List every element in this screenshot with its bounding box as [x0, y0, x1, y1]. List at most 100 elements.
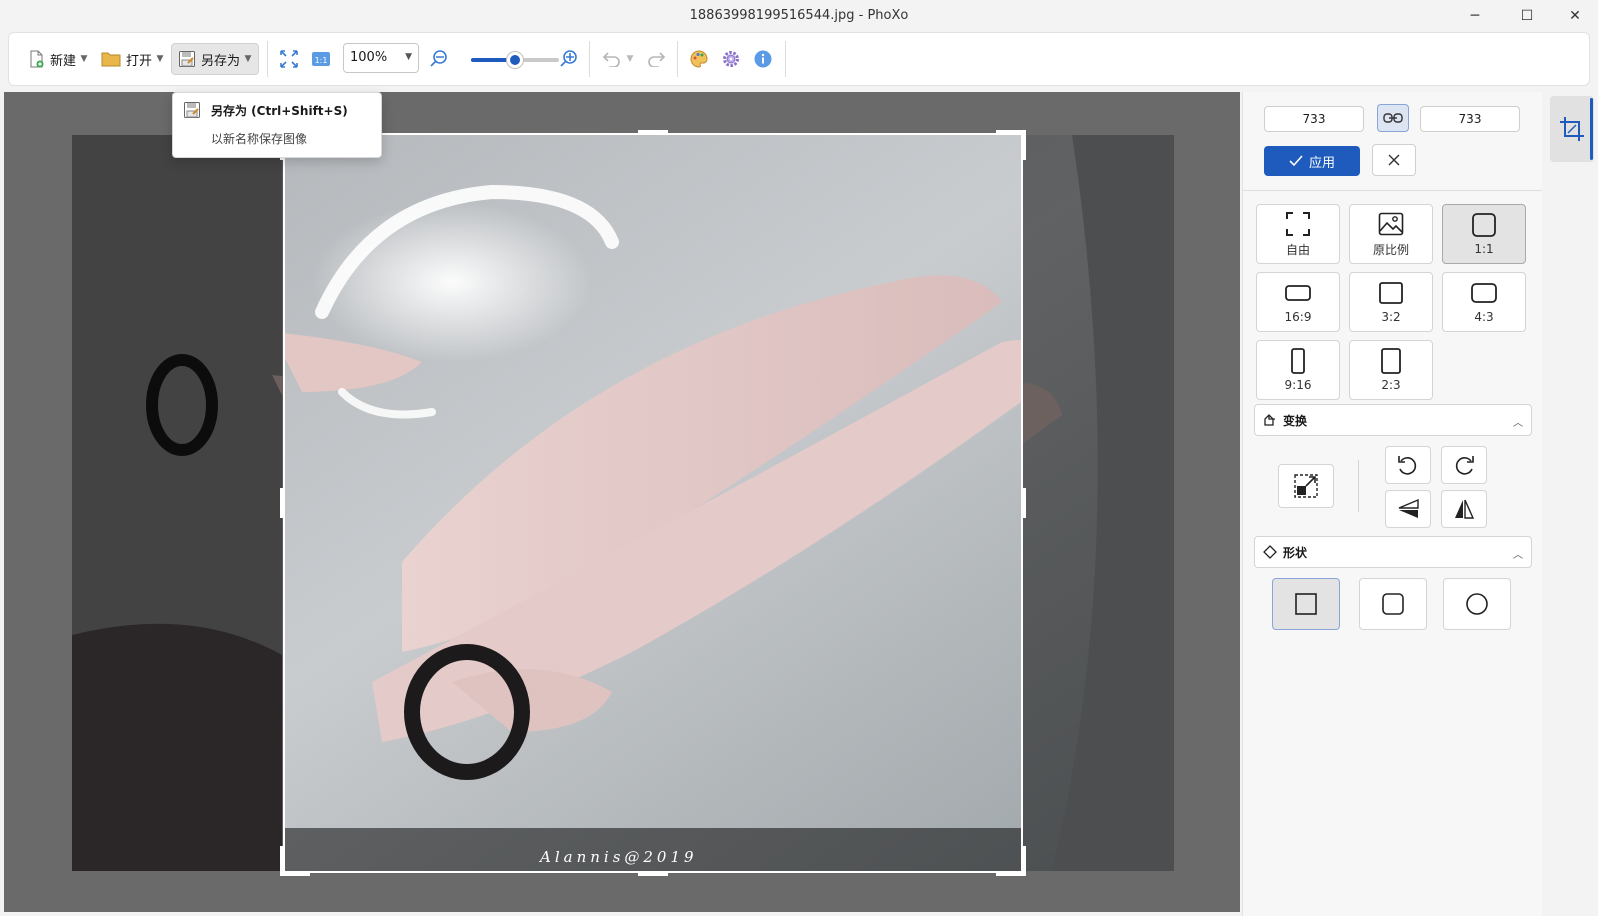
- crop-handle-left[interactable]: [280, 488, 284, 518]
- crop-width-value: 733: [1302, 112, 1326, 126]
- shape-rectangle[interactable]: [1272, 578, 1340, 630]
- flip-vertical-icon: [1398, 498, 1419, 518]
- landscape-ratio-icon: [1379, 282, 1403, 304]
- close-icon: [1388, 154, 1400, 166]
- toolbar-divider: [589, 41, 590, 77]
- about-button[interactable]: [749, 45, 777, 73]
- link-icon: [1383, 113, 1403, 123]
- apply-label: 应用: [1308, 155, 1335, 171]
- crop-selection[interactable]: [283, 133, 1023, 873]
- crop-handle-bottom-left[interactable]: [280, 872, 310, 876]
- save-as-icon: [179, 51, 195, 67]
- fit-screen-icon: [280, 50, 298, 68]
- chevron-down-icon: ▼: [405, 52, 412, 62]
- crop-handle-bottom-right-v[interactable]: [1022, 846, 1026, 876]
- ratio-label: 3:2: [1381, 310, 1401, 324]
- ratio-1-1[interactable]: 1:1: [1442, 204, 1526, 264]
- ratio-label: 9:16: [1284, 378, 1312, 392]
- ratio-9-16[interactable]: 9:16: [1256, 340, 1340, 400]
- zoom-in-button[interactable]: [555, 45, 583, 73]
- zoom-out-icon: [430, 50, 447, 67]
- toolbar-divider: [677, 41, 678, 77]
- actual-size-button[interactable]: 1:1: [307, 45, 335, 73]
- circle-shape-icon: [1466, 593, 1488, 615]
- ratio-16-9[interactable]: 16:9: [1256, 272, 1340, 332]
- settings-button[interactable]: [717, 45, 745, 73]
- fit-window-button[interactable]: [275, 45, 303, 73]
- flip-vertical-button[interactable]: [1385, 490, 1431, 528]
- maximize-icon: ☐: [1520, 8, 1534, 24]
- shape-rounded-rectangle[interactable]: [1359, 578, 1427, 630]
- crop-height-input[interactable]: 733: [1420, 106, 1520, 132]
- rounded-square-icon: [1382, 593, 1404, 615]
- shape-title: 形状: [1283, 545, 1308, 560]
- maximize-button[interactable]: ☐: [1504, 0, 1550, 32]
- redo-button[interactable]: [643, 45, 671, 73]
- undo-button[interactable]: [597, 45, 625, 73]
- shape-circle[interactable]: [1443, 578, 1511, 630]
- ratio-3-2[interactable]: 3:2: [1349, 272, 1433, 332]
- ratio-4-3[interactable]: 4:3: [1442, 272, 1526, 332]
- landscape-ratio-icon: [1285, 285, 1311, 301]
- chevron-up-icon: ︿: [1513, 418, 1523, 429]
- panel-divider: [1243, 190, 1542, 191]
- square-shape-icon: [1295, 593, 1317, 615]
- transform-title: 变换: [1283, 413, 1308, 428]
- info-icon: [754, 50, 772, 68]
- zoom-out-button[interactable]: [425, 45, 453, 73]
- new-button[interactable]: 新建: [21, 43, 82, 75]
- ratio-label: 4:3: [1474, 310, 1494, 324]
- new-label: 新建: [50, 53, 77, 69]
- flip-horizontal-icon: [1455, 499, 1475, 519]
- crop-icon: [1560, 117, 1584, 141]
- main-toolbar: 新建 ▼ 打开 ▼ 另存为 ▼ 1:1 100% ▼ ▼: [8, 32, 1590, 86]
- crop-tool-button[interactable]: [1550, 96, 1594, 162]
- close-icon: ✕: [1569, 8, 1581, 24]
- transform-section-header[interactable]: 变换 ︿: [1254, 404, 1532, 436]
- crop-handle-top[interactable]: [638, 130, 668, 134]
- crop-width-input[interactable]: 733: [1264, 106, 1364, 132]
- rotate-right-button[interactable]: [1441, 446, 1487, 484]
- zoom-value: 100%: [350, 50, 388, 65]
- apply-button[interactable]: 应用: [1264, 146, 1360, 176]
- tooltip-title: 另存为 (Ctrl+Shift+S): [211, 104, 348, 118]
- lock-aspect-button[interactable]: [1377, 104, 1409, 132]
- portrait-ratio-icon: [1381, 348, 1401, 374]
- open-dropdown[interactable]: ▼: [153, 43, 167, 75]
- rotate-right-icon: [1455, 456, 1474, 475]
- chevron-down-icon: ▼: [156, 54, 164, 64]
- undo-dropdown[interactable]: ▼: [623, 43, 637, 75]
- save-as-icon: [184, 102, 200, 118]
- transform-divider: [1358, 460, 1359, 512]
- actual-size-icon: 1:1: [312, 52, 330, 66]
- zoom-select[interactable]: 100% ▼: [343, 43, 419, 73]
- theme-button[interactable]: [685, 45, 713, 73]
- chevron-down-icon: ▼: [80, 54, 88, 64]
- close-window-button[interactable]: ✕: [1552, 0, 1598, 32]
- square-ratio-icon: [1472, 213, 1496, 237]
- flip-horizontal-button[interactable]: [1441, 490, 1487, 528]
- svg-text:1:1: 1:1: [315, 56, 328, 65]
- zoom-slider-thumb[interactable]: [507, 52, 523, 68]
- folder-icon: [101, 52, 121, 67]
- crop-handle-bottom-left-v[interactable]: [280, 846, 284, 876]
- rotate-left-button[interactable]: [1385, 446, 1431, 484]
- active-tool-indicator: [1590, 98, 1593, 160]
- save-as-dropdown[interactable]: ▼: [241, 43, 255, 75]
- ratio-2-3[interactable]: 2:3: [1349, 340, 1433, 400]
- ratio-label: 原比例: [1372, 242, 1409, 257]
- ratio-original[interactable]: 原比例: [1349, 204, 1433, 264]
- auto-resize-button[interactable]: [1278, 464, 1334, 508]
- image-icon: [1378, 212, 1404, 235]
- crop-handle-bottom[interactable]: [638, 872, 668, 876]
- zoom-slider[interactable]: [471, 52, 559, 68]
- new-dropdown[interactable]: ▼: [77, 43, 91, 75]
- minimize-button[interactable]: ─: [1452, 0, 1498, 32]
- free-crop-icon: [1286, 211, 1310, 236]
- open-button[interactable]: 打开: [95, 43, 158, 75]
- ratio-free[interactable]: 自由: [1256, 204, 1340, 264]
- shape-section-header[interactable]: 形状 ︿: [1254, 536, 1532, 568]
- crop-handle-right[interactable]: [1022, 488, 1026, 518]
- cancel-crop-button[interactable]: [1372, 144, 1416, 176]
- crop-handle-top-right-v[interactable]: [1022, 130, 1026, 160]
